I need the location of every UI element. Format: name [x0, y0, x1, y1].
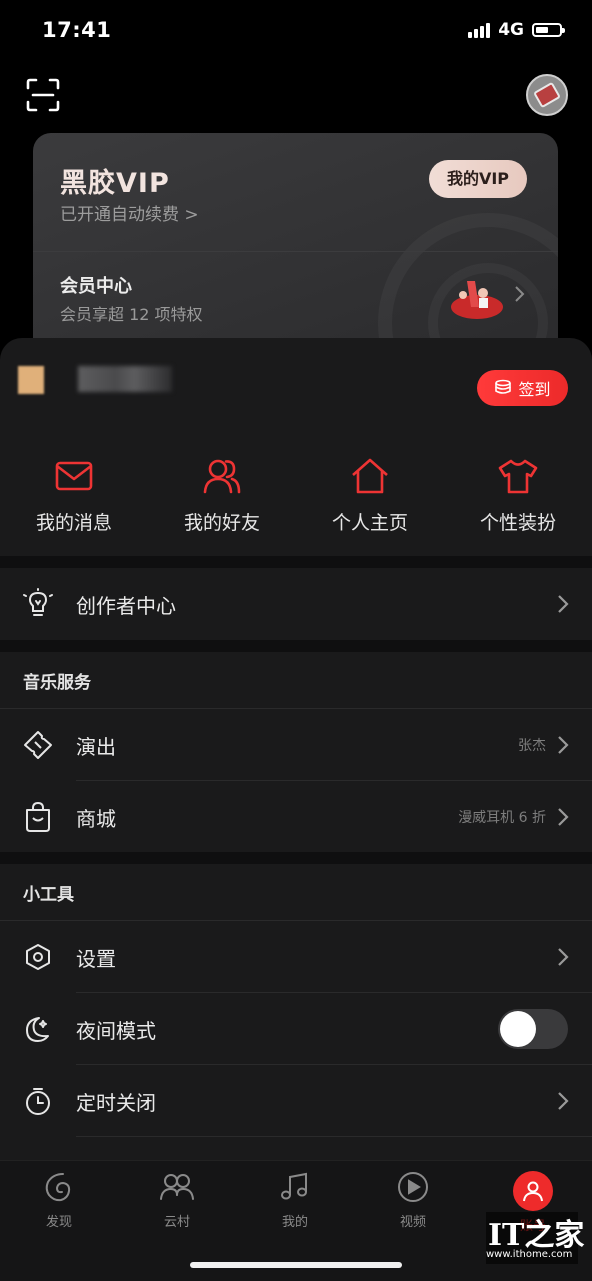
tab-label: 发现 — [45, 1215, 72, 1230]
quick-dressup[interactable]: 个性装扮 — [444, 458, 592, 548]
tab-video[interactable]: 视频 — [354, 1171, 472, 1230]
ticket-icon — [24, 731, 52, 759]
scan-icon[interactable] — [26, 78, 60, 112]
home-icon — [352, 458, 388, 494]
lightbulb-icon — [23, 588, 53, 616]
vip-title: 黑胶VIP — [60, 168, 170, 199]
quick-label: 我的好友 — [183, 512, 260, 534]
watermark-logo: IT之家 — [488, 1218, 585, 1253]
night-mode-label: 夜间模式 — [76, 1018, 156, 1043]
sign-in-button[interactable]: 签到 — [477, 370, 568, 406]
music-services-title: 音乐服务 — [23, 673, 91, 693]
battery-icon — [532, 23, 565, 37]
status-indicators: 4G — [468, 20, 565, 40]
night-mode-toggle[interactable] — [498, 1009, 568, 1049]
member-center-title: 会员中心 — [60, 276, 132, 297]
tab-mine[interactable]: 我的 — [236, 1171, 354, 1230]
quick-homepage[interactable]: 个人主页 — [296, 458, 444, 548]
mall-row[interactable]: 商城 漫威耳机 6 折 — [0, 781, 592, 853]
quick-label: 个性装扮 — [479, 512, 556, 534]
shows-label: 演出 — [76, 734, 116, 759]
mall-note: 漫威耳机 6 折 — [458, 810, 546, 826]
community-icon — [160, 1174, 194, 1200]
tab-label: 我的 — [281, 1215, 308, 1230]
timer-icon — [26, 1088, 50, 1115]
network-type: 4G — [498, 20, 524, 40]
divider — [33, 251, 558, 252]
auto-renew-link[interactable]: 已开通自动续费 > — [60, 200, 199, 225]
discover-icon — [45, 1173, 71, 1202]
profile-sheet: 签到 我的消息 我的好友 个人主页 个性装扮 创作者中心 音乐服务 演出 张杰 … — [0, 338, 592, 1280]
section-separator — [0, 640, 592, 652]
tab-label: 云村 — [163, 1215, 190, 1230]
tab-label: 视频 — [399, 1215, 426, 1230]
tools-title: 小工具 — [23, 885, 74, 905]
moon-icon — [26, 1017, 49, 1042]
chevron-right-icon — [558, 808, 569, 826]
settings-row[interactable]: 设置 — [0, 921, 592, 993]
creator-center-label: 创作者中心 — [76, 593, 176, 618]
coins-icon — [495, 379, 512, 394]
shopping-bag-icon — [26, 802, 50, 832]
tab-discover[interactable]: 发现 — [0, 1171, 118, 1230]
sleep-timer-label: 定时关闭 — [76, 1090, 156, 1115]
sign-in-label: 签到 — [518, 380, 551, 399]
my-vip-button[interactable]: 我的VIP — [429, 160, 527, 198]
home-indicator — [190, 1262, 402, 1268]
signal-icon — [468, 22, 491, 38]
quick-friends[interactable]: 我的好友 — [148, 458, 296, 548]
username-blurred[interactable] — [78, 366, 172, 392]
chevron-right-icon — [558, 1092, 569, 1110]
divider — [76, 1136, 592, 1137]
chevron-right-icon — [515, 286, 525, 302]
section-separator — [0, 852, 592, 864]
vip-card[interactable]: 黑胶VIP 已开通自动续费 > 我的VIP 会员中心 会员享超 12 项特权 — [33, 133, 558, 373]
settings-icon — [26, 944, 50, 970]
tab-community[interactable]: 云村 — [118, 1171, 236, 1230]
shows-note: 张杰 — [518, 738, 546, 754]
quick-label: 我的消息 — [35, 512, 112, 534]
mail-icon — [55, 461, 93, 491]
mall-label: 商城 — [76, 806, 116, 831]
chevron-right-icon — [558, 736, 569, 754]
user-avatar-blurred[interactable] — [18, 366, 44, 394]
member-center-subtitle: 会员享超 12 项特权 — [60, 305, 203, 324]
quick-actions: 我的消息 我的好友 个人主页 个性装扮 — [0, 458, 592, 548]
creator-center-row[interactable]: 创作者中心 — [0, 568, 592, 640]
watermark-url: www.ithome.com — [486, 1249, 573, 1260]
account-icon — [513, 1171, 553, 1211]
quick-messages[interactable]: 我的消息 — [0, 458, 148, 548]
chevron-right-icon — [558, 595, 569, 613]
status-time: 17:41 — [42, 18, 112, 42]
shows-row[interactable]: 演出 张杰 — [0, 709, 592, 781]
friends-icon — [203, 459, 241, 494]
video-icon — [398, 1172, 428, 1202]
chevron-right-icon — [558, 948, 569, 966]
shirt-icon — [498, 459, 538, 494]
sleep-timer-row[interactable]: 定时关闭 — [0, 1065, 592, 1137]
section-separator — [0, 556, 592, 568]
music-note-icon — [281, 1172, 307, 1200]
settings-label: 设置 — [76, 946, 116, 971]
night-mode-row: 夜间模式 — [0, 993, 592, 1065]
avatar[interactable] — [526, 74, 568, 116]
quick-label: 个人主页 — [331, 512, 408, 534]
member-illustration-icon — [451, 281, 503, 319]
